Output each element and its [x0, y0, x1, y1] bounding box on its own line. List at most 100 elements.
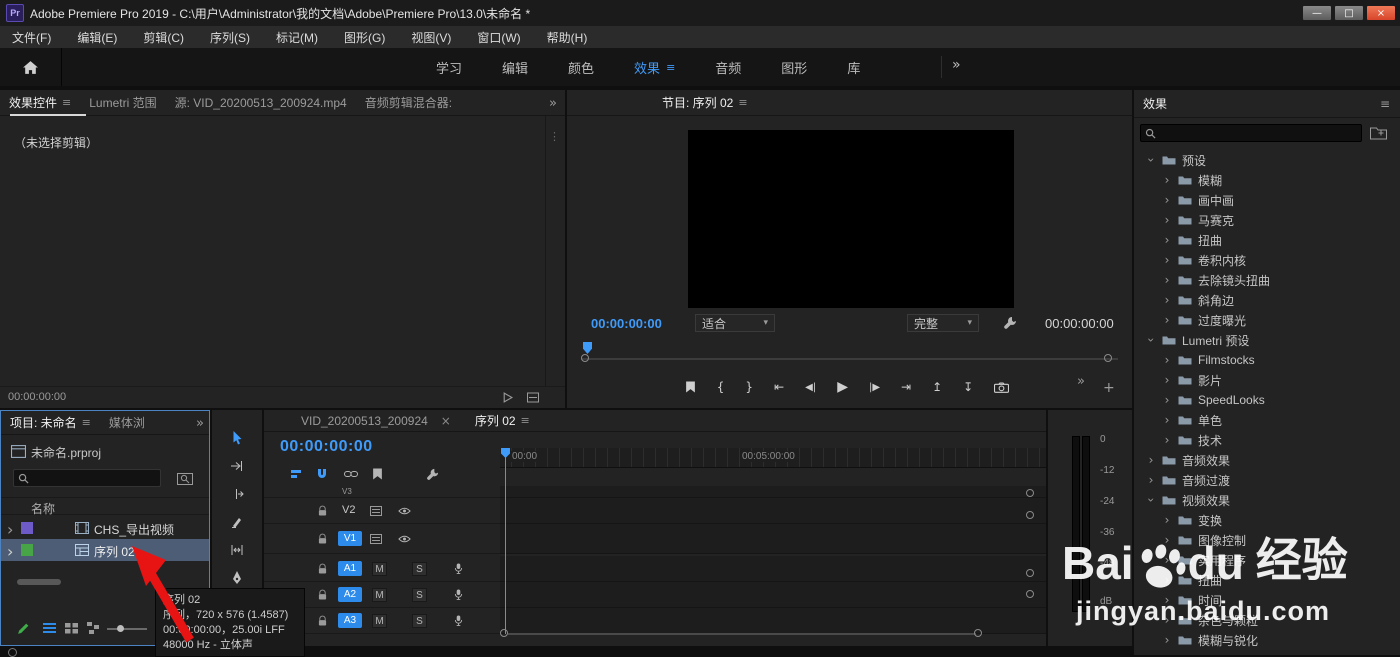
tab-project[interactable]: 项目: 未命名 ≡ [1, 414, 100, 431]
chevron-right-icon[interactable]: › [1162, 313, 1172, 327]
workspace-tab-learning[interactable]: 学习 [436, 58, 462, 77]
track-output-eye-icon[interactable] [398, 507, 411, 515]
chevron-down-icon[interactable]: › [1144, 155, 1158, 165]
voiceover-mic-icon[interactable] [454, 562, 463, 575]
zoom-handle-right[interactable] [1104, 354, 1112, 362]
chevron-right-icon[interactable]: › [1162, 253, 1172, 267]
selection-tool[interactable] [212, 426, 262, 450]
label-color-swatch[interactable] [21, 522, 33, 534]
chevron-right-icon[interactable]: › [1162, 573, 1172, 587]
panel-menu-icon[interactable]: ≡ [738, 96, 747, 109]
track-target-a1[interactable]: A1 [338, 561, 362, 576]
zoom-level-dropdown[interactable]: 适合 ▾ [695, 314, 775, 332]
fx-tree-item[interactable]: › Lumetri 预设 [1134, 330, 1400, 350]
toggle-audio-waveform-icon[interactable] [527, 392, 539, 403]
program-scrub-bar[interactable] [581, 358, 1118, 360]
audio-scroll-handle-top[interactable] [1026, 569, 1034, 577]
menu-help[interactable]: 帮助(H) [547, 29, 588, 46]
effects-search-input[interactable] [1160, 127, 1357, 139]
timeline-timecode[interactable]: 00:00:00:00 [280, 438, 373, 456]
close-button[interactable]: × [1366, 5, 1396, 21]
program-playhead[interactable] [583, 342, 592, 354]
solo-button[interactable]: S [412, 614, 427, 628]
button-editor-add-icon[interactable]: + [1103, 380, 1115, 396]
name-column-header[interactable]: 名称 [31, 500, 55, 517]
add-marker-icon[interactable] [685, 381, 696, 393]
mark-out-button[interactable]: } [745, 380, 753, 394]
play-button[interactable]: ▶ [837, 379, 848, 395]
chevron-right-icon[interactable]: › [1162, 533, 1172, 547]
chevron-right-icon[interactable]: › [1162, 173, 1172, 187]
menu-clip[interactable]: 剪辑(C) [143, 29, 184, 46]
mute-button[interactable]: M [372, 562, 387, 576]
zoom-scrollbar-handle-left[interactable] [500, 629, 508, 637]
slip-tool[interactable] [212, 538, 262, 562]
label-color-swatch[interactable] [21, 544, 33, 556]
tab-effects[interactable]: 效果 [1134, 95, 1176, 112]
fx-tree-item[interactable]: › 卷积内核 [1134, 250, 1400, 270]
mute-button[interactable]: M [372, 588, 387, 602]
fx-tree-item[interactable]: › 预设 [1134, 150, 1400, 170]
track-target-a2[interactable]: A2 [338, 587, 362, 602]
chevron-right-icon[interactable]: › [1162, 613, 1172, 627]
menu-graphics[interactable]: 图形(G) [344, 29, 385, 46]
zoom-scrollbar-handle-right[interactable] [974, 629, 982, 637]
new-custom-bin-icon[interactable] [1370, 126, 1387, 140]
video-scroll-handle-bottom[interactable] [1026, 511, 1034, 519]
timeline-settings-wrench-icon[interactable] [426, 468, 439, 481]
chevron-right-icon[interactable]: › [1162, 413, 1172, 427]
panel-menu-icon[interactable]: ≡ [1380, 97, 1390, 111]
fx-tree-item[interactable]: › 去除镜头扭曲 [1134, 270, 1400, 290]
fx-tree-item[interactable]: › 模糊与锐化 [1134, 630, 1400, 650]
voiceover-mic-icon[interactable] [454, 588, 463, 601]
tab-source-sequence[interactable]: VID_20200513_200924 × [292, 414, 460, 428]
go-to-in-button[interactable]: ⇤ [774, 380, 784, 394]
chevron-right-icon[interactable]: › [1162, 293, 1172, 307]
fx-tree-item[interactable]: › 画中画 [1134, 190, 1400, 210]
chevron-right-icon[interactable]: › [7, 542, 13, 561]
solo-button[interactable]: S [412, 588, 427, 602]
fx-tree-item[interactable]: › 模糊 [1134, 170, 1400, 190]
step-back-button[interactable]: ◀| [805, 382, 816, 393]
timeline-playhead-line[interactable] [505, 456, 506, 634]
close-tab-icon[interactable]: × [441, 414, 451, 428]
fx-tree-item[interactable]: › 技术 [1134, 430, 1400, 450]
playback-resolution-dropdown[interactable]: 完整 ▾ [907, 314, 979, 332]
linked-selection-icon[interactable] [344, 469, 358, 479]
track-lock-icon[interactable] [318, 505, 327, 517]
track-lane-v2[interactable] [500, 498, 1046, 524]
fx-tree-item[interactable]: › 扭曲 [1134, 230, 1400, 250]
workspace-overflow-button[interactable]: » [952, 57, 961, 73]
panel-menu-icon[interactable]: ≡ [62, 96, 71, 109]
tab-lumetri-scopes[interactable]: Lumetri 范围 [80, 94, 165, 111]
chevron-right-icon[interactable]: › [1162, 213, 1172, 227]
track-lock-icon[interactable] [318, 533, 327, 545]
track-label-v3[interactable]: V3 [342, 487, 352, 496]
search-bin-icon[interactable] [177, 471, 193, 485]
chevron-right-icon[interactable]: › [1162, 593, 1172, 607]
video-scroll-handle-top[interactable] [1026, 489, 1034, 497]
fx-tree-item[interactable]: › 杂色与颗粒 [1134, 610, 1400, 630]
workspace-tab-graphics[interactable]: 图形 [781, 58, 807, 77]
mark-in-button[interactable]: { [717, 380, 725, 394]
tab-program-monitor[interactable]: 节目: 序列 02 ≡ [653, 94, 757, 111]
chevron-right-icon[interactable]: › [7, 520, 13, 539]
go-to-out-button[interactable]: ⇥ [901, 380, 911, 394]
menu-file[interactable]: 文件(F) [12, 29, 51, 46]
menu-view[interactable]: 视图(V) [411, 29, 451, 46]
sync-lock-icon[interactable] [370, 534, 382, 544]
menu-window[interactable]: 窗口(W) [477, 29, 520, 46]
insert-overwrite-nest-icon[interactable] [290, 468, 302, 480]
project-file-name[interactable]: 未命名.prproj [31, 444, 101, 461]
track-target-a3[interactable]: A3 [338, 613, 362, 628]
track-lane-v1[interactable] [500, 524, 1046, 554]
panel-splitter[interactable] [545, 116, 546, 386]
workspace-tab-color[interactable]: 颜色 [568, 58, 594, 77]
project-writable-icon[interactable] [17, 622, 30, 635]
freeform-view-icon[interactable] [87, 622, 100, 634]
chevron-right-icon[interactable]: › [1146, 453, 1156, 467]
track-select-forward-tool[interactable] [212, 454, 262, 478]
track-output-eye-icon[interactable] [398, 535, 411, 543]
step-forward-button[interactable]: |▶ [869, 382, 880, 393]
fx-tree-item[interactable]: › Filmstocks [1134, 350, 1400, 370]
